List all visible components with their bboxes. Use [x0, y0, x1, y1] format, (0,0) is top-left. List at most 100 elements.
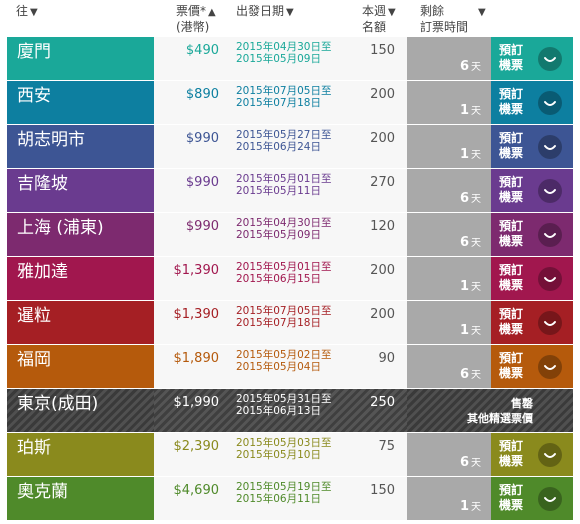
- dates-cell: 2015年05月01日至 2015年05月11日: [236, 173, 346, 197]
- book-ticket-button[interactable]: 預訂機票: [491, 125, 573, 168]
- date-end: 2015年05月09日: [236, 53, 321, 65]
- date-end: 2015年05月11日: [236, 185, 321, 197]
- seats-cell: 270: [370, 175, 395, 190]
- date-end: 2015年06月24日: [236, 141, 321, 153]
- table-header: 往 ▼ 票價* ▲ (港幣) 出發日期 ▼ 本週 ▼ 名額 剩餘 ▼ 訂票時間: [0, 0, 580, 36]
- book-ticket-label: 預訂機票: [499, 175, 524, 204]
- book-ticket-label: 預訂機票: [499, 483, 524, 512]
- book-ticket-button[interactable]: 預訂機票: [491, 433, 573, 476]
- remaining-time: 1天: [460, 146, 481, 162]
- remaining-days: 1: [459, 103, 469, 118]
- sort-desc-icon: ▼: [388, 7, 396, 18]
- remaining-days: 1: [459, 147, 469, 162]
- remaining-time-cell: 1天: [407, 81, 491, 124]
- header-destination[interactable]: 往 ▼: [16, 4, 38, 20]
- smile-arrow-icon[interactable]: [538, 355, 562, 379]
- book-ticket-label: 預訂機票: [499, 307, 524, 336]
- remaining-days: 6: [459, 235, 469, 250]
- destination-cell[interactable]: 胡志明市: [7, 125, 154, 168]
- price-cell: $1,390: [173, 263, 220, 278]
- book-ticket-button[interactable]: 預訂機票: [491, 257, 573, 300]
- smile-arrow-icon[interactable]: [538, 47, 562, 71]
- table-row[interactable]: 吉隆坡 $990 2015年05月01日至 2015年05月11日 270 6天 …: [7, 169, 573, 212]
- seats-cell: 75: [378, 439, 395, 454]
- destination-cell[interactable]: 福岡: [7, 345, 154, 388]
- dates-cell: 2015年05月03日至 2015年05月10日: [236, 437, 346, 461]
- seats-cell: 200: [370, 131, 395, 146]
- destination-cell[interactable]: 西安: [7, 81, 154, 124]
- smile-arrow-icon[interactable]: [538, 223, 562, 247]
- header-seats[interactable]: 本週 ▼ 名額: [362, 4, 396, 34]
- remaining-days: 1: [459, 279, 469, 294]
- destination-cell[interactable]: 吉隆坡: [7, 169, 154, 212]
- seats-cell: 200: [370, 263, 395, 278]
- book-ticket-button[interactable]: 預訂機票: [491, 81, 573, 124]
- book-ticket-label: 預訂機票: [499, 43, 524, 72]
- smile-arrow-icon[interactable]: [538, 487, 562, 511]
- smile-arrow-icon[interactable]: [538, 135, 562, 159]
- header-remaining[interactable]: 剩餘 ▼ 訂票時間: [420, 4, 486, 34]
- table-row[interactable]: 胡志明市 $990 2015年05月27日至 2015年06月24日 200 1天…: [7, 125, 573, 168]
- book-ticket-label: 預訂機票: [499, 263, 524, 292]
- header-seats-label-2: 名額: [362, 20, 387, 34]
- header-price-currency: (港幣): [176, 20, 210, 34]
- smile-arrow-icon[interactable]: [538, 311, 562, 335]
- date-start: 2015年05月02日至: [236, 349, 332, 361]
- remaining-time: 6天: [460, 234, 481, 250]
- book-ticket-button[interactable]: 預訂機票: [491, 169, 573, 212]
- destination-cell[interactable]: 東京(成田): [7, 389, 154, 432]
- remaining-time: 1天: [460, 102, 481, 118]
- table-row[interactable]: 上海 (浦東) $990 2015年04月30日至 2015年05月09日 120…: [7, 213, 573, 256]
- header-price[interactable]: 票價* ▲ (港幣): [176, 4, 216, 34]
- remaining-unit: 天: [471, 150, 481, 161]
- fares-table: 廈門 $490 2015年04月30日至 2015年05月09日 150 6天 預…: [7, 37, 573, 521]
- destination-cell[interactable]: 奧克蘭: [7, 477, 154, 520]
- book-ticket-button[interactable]: 預訂機票: [491, 37, 573, 80]
- table-row[interactable]: 珀斯 $2,390 2015年05月03日至 2015年05月10日 75 6天 …: [7, 433, 573, 476]
- header-remaining-label-2: 訂票時間: [420, 20, 469, 34]
- table-row[interactable]: 奧克蘭 $4,690 2015年05月19日至 2015年06月11日 150 1…: [7, 477, 573, 520]
- date-end: 2015年06月13日: [236, 405, 321, 417]
- remaining-time: 6天: [460, 190, 481, 206]
- header-dates[interactable]: 出發日期 ▼: [236, 4, 294, 20]
- book-ticket-button[interactable]: 預訂機票: [491, 345, 573, 388]
- other-fares-link[interactable]: 其他精選票價: [407, 411, 533, 426]
- destination-cell[interactable]: 上海 (浦東): [7, 213, 154, 256]
- book-ticket-button[interactable]: 預訂機票: [491, 213, 573, 256]
- date-end: 2015年07月18日: [236, 317, 321, 329]
- remaining-unit: 天: [471, 326, 481, 337]
- remaining-time: 1天: [460, 498, 481, 514]
- smile-arrow-icon[interactable]: [538, 267, 562, 291]
- table-row[interactable]: 西安 $890 2015年07月05日至 2015年07月18日 200 1天 預…: [7, 81, 573, 124]
- destination-cell[interactable]: 廈門: [7, 37, 154, 80]
- destination-cell[interactable]: 暹粒: [7, 301, 154, 344]
- remaining-days: 6: [459, 59, 469, 74]
- remaining-time-cell: 1天: [407, 257, 491, 300]
- dates-cell: 2015年05月19日至 2015年06月11日: [236, 481, 346, 505]
- smile-arrow-icon[interactable]: [538, 91, 562, 115]
- date-end: 2015年06月11日: [236, 493, 321, 505]
- dates-cell: 2015年05月27日至 2015年06月24日: [236, 129, 346, 153]
- table-row[interactable]: 廈門 $490 2015年04月30日至 2015年05月09日 150 6天 預…: [7, 37, 573, 80]
- table-row[interactable]: 雅加達 $1,390 2015年05月01日至 2015年06月15日 200 1…: [7, 257, 573, 300]
- date-end: 2015年05月10日: [236, 449, 321, 461]
- table-row[interactable]: 暹粒 $1,390 2015年07月05日至 2015年07月18日 200 1天…: [7, 301, 573, 344]
- header-seats-label: 本週: [362, 4, 387, 18]
- header-price-label: 票價*: [176, 4, 207, 18]
- soldout-label[interactable]: 售罄 其他精選票價: [407, 389, 573, 432]
- smile-arrow-icon[interactable]: [538, 443, 562, 467]
- remaining-days: 1: [459, 323, 469, 338]
- smile-arrow-icon[interactable]: [538, 179, 562, 203]
- price-cell: $1,890: [173, 351, 220, 366]
- remaining-unit: 天: [471, 370, 481, 381]
- table-row[interactable]: 東京(成田) $1,990 2015年05月31日至 2015年06月13日 25…: [7, 389, 573, 432]
- price-cell: $990: [185, 219, 219, 234]
- table-row[interactable]: 福岡 $1,890 2015年05月02日至 2015年05月04日 90 6天 …: [7, 345, 573, 388]
- book-ticket-button[interactable]: 預訂機票: [491, 477, 573, 520]
- destination-cell[interactable]: 雅加達: [7, 257, 154, 300]
- price-cell: $890: [185, 87, 219, 102]
- destination-cell[interactable]: 珀斯: [7, 433, 154, 476]
- remaining-unit: 天: [471, 458, 481, 469]
- date-start: 2015年05月01日至: [236, 173, 332, 185]
- book-ticket-button[interactable]: 預訂機票: [491, 301, 573, 344]
